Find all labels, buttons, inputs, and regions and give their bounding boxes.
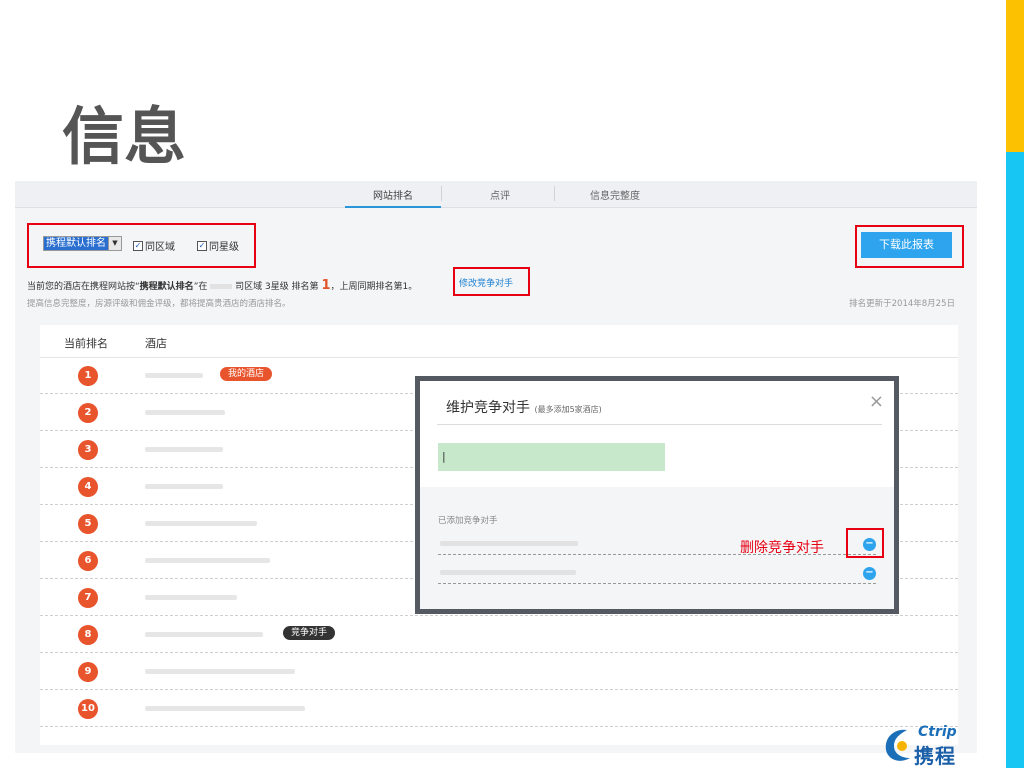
delete-competitor-annotation: 删除竞争对手 [740,540,824,556]
rank-badge: 3 [78,440,98,460]
dialog-title: 维护竞争对手 (最多添加5家酒店) [446,400,602,416]
my-hotel-badge: 我的酒店 [220,367,273,381]
competitor-badge: 竞争对手 [283,626,336,640]
tab-bar: 网站排名 点评 信息完整度 [15,181,977,208]
column-header-rank: 当前排名 [64,337,108,350]
rank-badge: 7 [78,588,98,608]
added-competitors-label: 已添加竞争对手 [438,516,498,526]
hotel-name-redacted [145,558,270,563]
rank-badge: 4 [78,477,98,497]
hotel-name-redacted [145,373,203,378]
improve-tip: 提高信息完整度，房源评级和佣金评级，都将提高贵酒店的酒店排名。 [27,299,291,309]
column-header-hotel: 酒店 [145,337,167,350]
hotel-name-redacted [145,632,263,637]
close-icon[interactable]: × [869,391,884,412]
highlight-modify-box [453,267,530,296]
highlight-remove-box [846,528,884,558]
tab-reviews[interactable]: 点评 [460,187,540,202]
rank-badge: 5 [78,514,98,534]
highlight-filter-box [27,223,256,268]
hotel-name-redacted [145,447,223,452]
rank-summary: 当前您的酒店在携程网站按“携程默认排名”在 司区域 3星级 排名第 1，上周同期… [27,278,418,293]
hotel-name-redacted [145,595,237,600]
rank-badge: 1 [78,366,98,386]
dolphin-icon [885,729,910,761]
rank-badge: 9 [78,662,98,682]
ctrip-logo: Ctrip 携程 [880,722,985,768]
hotel-name-redacted [145,521,257,526]
list-item: − [438,562,876,584]
competitor-search-input[interactable]: | [438,443,665,471]
highlight-download-box [855,225,964,268]
maintain-competitor-dialog: 维护竞争对手 (最多添加5家酒店) × | 已添加竞争对手 − − [415,376,899,614]
hotel-name-redacted [145,669,295,674]
competitor-name-redacted [440,541,578,546]
slide-title: 信息 [62,100,187,173]
tab-website-rank[interactable]: 网站排名 [345,187,441,208]
table-row: 10 [40,691,958,727]
remove-icon[interactable]: − [863,567,876,580]
table-row: 9 [40,654,958,690]
rank-badge: 2 [78,403,98,423]
table-row: 8 竞争对手 [40,617,958,653]
hotel-name-redacted [145,484,223,489]
rank-badge: 10 [78,699,98,719]
rank-badge: 8 [78,625,98,645]
logo-text-latin: Ctrip [918,724,957,740]
slide-side-bar [1006,0,1024,768]
update-date: 排名更新于2014年8月25日 [849,299,955,309]
hotel-name-redacted [145,706,305,711]
tab-info-completeness[interactable]: 信息完整度 [570,187,660,202]
logo-text-chinese: 携程 [914,744,956,768]
hotel-name-redacted [145,410,225,415]
competitor-name-redacted [440,570,576,575]
rank-badge: 6 [78,551,98,571]
